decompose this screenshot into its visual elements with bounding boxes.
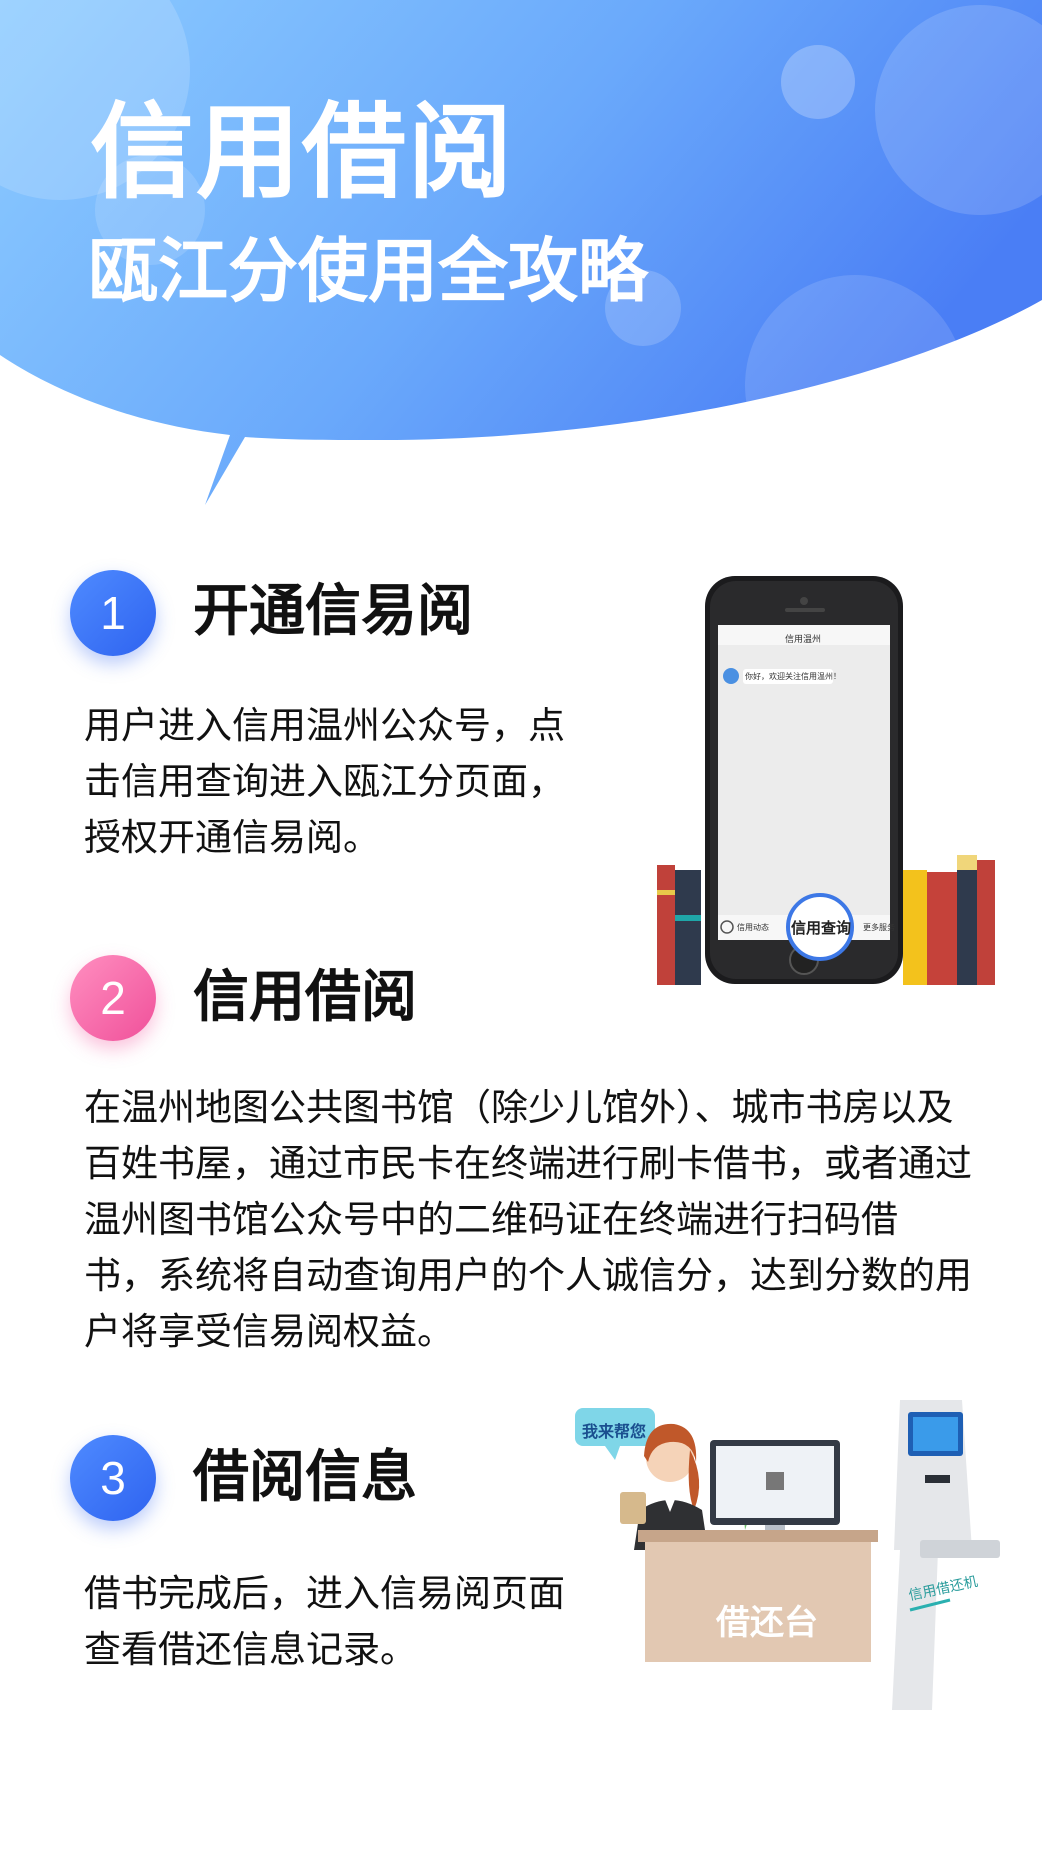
phone-chat-message: 你好，欢迎关注信用温州！	[745, 672, 841, 681]
phone-menu-right: 更多服务	[863, 923, 895, 932]
page-subtitle: 瓯江分使用全攻略	[88, 230, 648, 312]
phone-illustration: 信用温州 你好，欢迎关注信用温州！ 信用动态 信用查询 更多服务	[655, 570, 995, 990]
step-2-line: 书，系统将自动查询用户的个人诚信分，达到分数的用	[84, 1254, 972, 1297]
step-1-line: 授权开通信易阅。	[84, 816, 380, 859]
step-3-heading: 借阅信息	[193, 1445, 417, 1510]
step-3-line: 借书完成后，进入信易阅页面	[84, 1572, 565, 1615]
step-1-line: 用户进入信用温州公众号，点	[84, 704, 565, 747]
phone-app-title: 信用温州	[785, 635, 822, 645]
phone-credit-query-button: 信用查询	[791, 919, 852, 937]
step-1-text: 用户进入信用温州公众号，点 击信用查询进入瓯江分页面， 授权开通信易阅。	[84, 698, 644, 866]
step-2-line: 户将享受信易阅权益。	[84, 1310, 454, 1353]
step-2-line: 温州图书馆公众号中的二维码证在终端进行扫码借	[84, 1198, 898, 1241]
step-1-heading: 开通信易阅	[193, 579, 473, 644]
step-3-text: 借书完成后，进入信易阅页面 查看借还信息记录。	[84, 1566, 644, 1678]
phone-menu-left: 信用动态	[737, 923, 769, 932]
step-1-line: 击信用查询进入瓯江分页面，	[84, 760, 565, 803]
step-3-line: 查看借还信息记录。	[84, 1628, 417, 1671]
step-2-heading: 信用借阅	[193, 965, 417, 1030]
speech-bubble-text: 我来帮您	[582, 1422, 647, 1441]
step-2-line: 在温州地图公共图书馆（除少儿馆外）、城市书房以及	[84, 1086, 954, 1129]
counter-label: 借还台	[716, 1603, 818, 1643]
page-title: 信用借阅	[90, 91, 515, 213]
step-2-line: 百姓书屋，通过市民卡在终端进行刷卡借书，或者通过	[84, 1142, 972, 1185]
service-desk-illustration: 我来帮您 借还台 信用借还机	[570, 1380, 1020, 1710]
step-2-text: 在温州地图公共图书馆（除少儿馆外）、城市书房以及 百姓书屋，通过市民卡在终端进行…	[84, 1080, 1004, 1360]
step-1-badge: 1	[70, 570, 156, 656]
step-2-badge: 2	[70, 955, 156, 1041]
step-3-badge: 3	[70, 1435, 156, 1521]
